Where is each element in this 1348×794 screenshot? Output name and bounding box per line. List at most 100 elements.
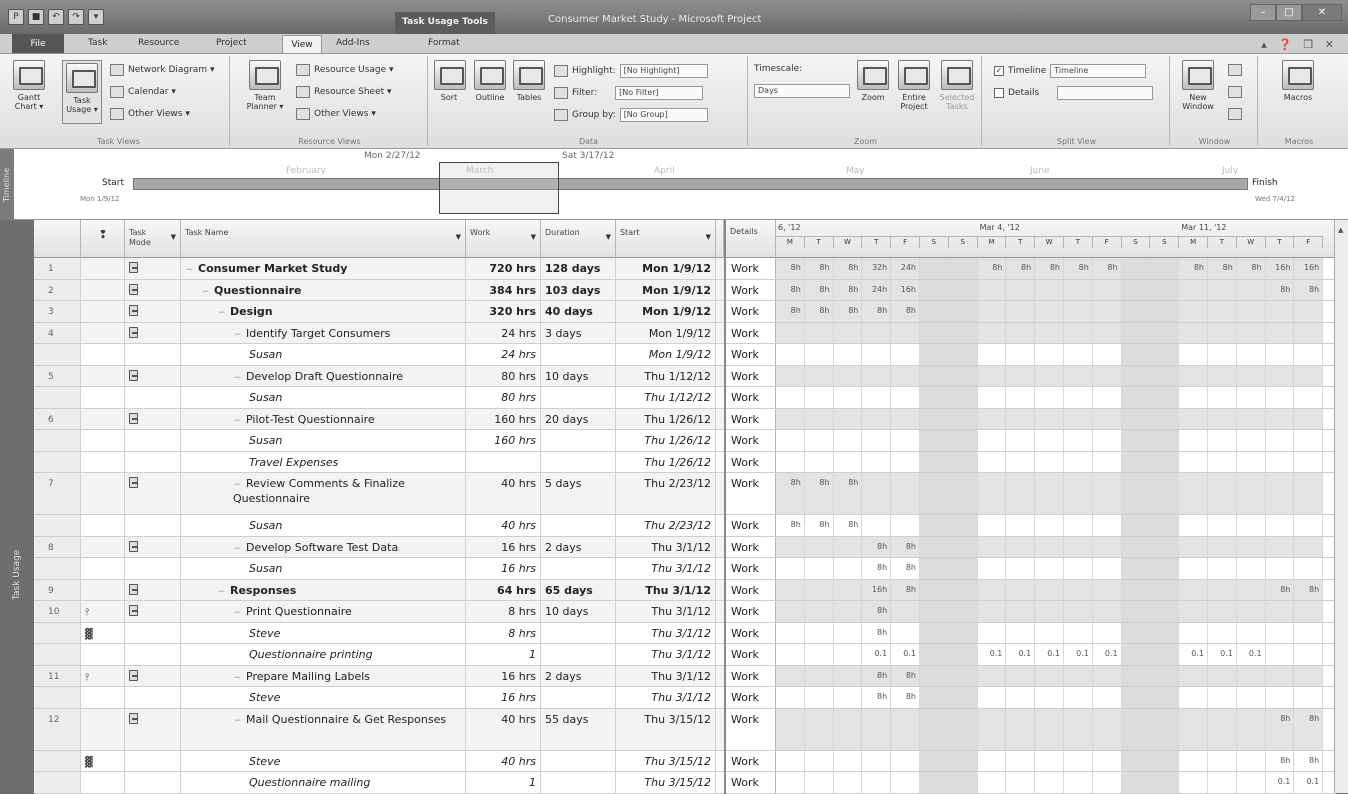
duration-cell[interactable]: 55 days: [541, 708, 616, 750]
usage-cell[interactable]: [1265, 665, 1295, 686]
usage-cell[interactable]: [1208, 451, 1237, 472]
start-cell[interactable]: Thu 3/1/12: [616, 601, 716, 622]
usage-cell[interactable]: 8h: [862, 536, 892, 557]
usage-cell[interactable]: 16h: [1265, 258, 1295, 279]
usage-cell[interactable]: [862, 772, 892, 793]
assignment-row[interactable]: Susan 24 hrs Mon 1/9/12: [34, 344, 725, 366]
task-mode-cell[interactable]: [125, 279, 181, 300]
usage-cell[interactable]: 8h: [1236, 258, 1266, 279]
usage-cell[interactable]: [1121, 451, 1151, 472]
start-cell[interactable]: Thu 3/1/12: [616, 665, 716, 686]
usage-cell[interactable]: [1179, 601, 1208, 622]
duration-cell[interactable]: 10 days: [541, 601, 616, 622]
usage-row[interactable]: Work 8h 8h: [726, 750, 1336, 772]
usage-cell[interactable]: [948, 430, 978, 451]
usage-cell[interactable]: [1035, 687, 1064, 708]
usage-cell[interactable]: [1064, 708, 1093, 750]
task-name-cell[interactable]: − Consumer Market Study: [181, 258, 466, 279]
usage-cell[interactable]: [862, 708, 892, 750]
usage-cell[interactable]: [948, 601, 978, 622]
usage-cell[interactable]: [834, 772, 863, 793]
usage-cell[interactable]: [977, 665, 1007, 686]
usage-cell[interactable]: [1035, 451, 1064, 472]
usage-cell[interactable]: [1121, 344, 1151, 365]
collapse-icon[interactable]: −: [233, 671, 242, 685]
collapse-icon[interactable]: −: [233, 714, 242, 728]
assignment-row[interactable]: Questionnaire printing 1 Thu 3/1/12: [34, 644, 725, 666]
usage-cell[interactable]: 0.1: [1237, 644, 1266, 665]
usage-cell[interactable]: [1294, 408, 1324, 429]
vertical-scrollbar[interactable]: ▲: [1334, 220, 1348, 793]
usage-cell[interactable]: 8h: [776, 258, 805, 279]
usage-cell[interactable]: [1236, 579, 1266, 600]
usage-cell[interactable]: [920, 750, 949, 771]
row-id-cell[interactable]: [34, 644, 81, 665]
usage-cell[interactable]: [1237, 558, 1266, 579]
usage-cell[interactable]: [1064, 387, 1093, 408]
usage-cell[interactable]: 8h: [804, 258, 834, 279]
duration-cell[interactable]: 65 days: [541, 579, 616, 600]
row-id-cell[interactable]: 9: [34, 579, 81, 600]
work-cell[interactable]: 24 hrs: [466, 322, 541, 343]
usage-row[interactable]: Work 8h 8h: [726, 708, 1336, 751]
usage-cell[interactable]: [920, 279, 949, 300]
usage-row[interactable]: Work 8h: [726, 601, 1336, 623]
usage-cell[interactable]: [1064, 665, 1093, 686]
usage-cell[interactable]: [1179, 687, 1208, 708]
task-name-cell[interactable]: Susan: [181, 387, 466, 408]
usage-cell[interactable]: [1266, 387, 1295, 408]
usage-cell[interactable]: [1006, 301, 1036, 322]
usage-cell[interactable]: [1121, 601, 1151, 622]
network-diagram-button[interactable]: Network Diagram ▾: [110, 64, 214, 76]
usage-cell[interactable]: [1006, 579, 1036, 600]
usage-cell[interactable]: [1093, 772, 1122, 793]
task-name-cell[interactable]: − Identify Target Consumers: [181, 322, 466, 343]
usage-cell[interactable]: 8h: [862, 601, 892, 622]
usage-cell[interactable]: [1092, 365, 1122, 386]
usage-cell[interactable]: [1237, 750, 1266, 771]
duration-cell[interactable]: [541, 622, 616, 643]
tab-file[interactable]: File: [12, 34, 64, 54]
assignment-row[interactable]: Travel Expenses Thu 1/26/12: [34, 451, 725, 473]
redo-icon[interactable]: ↷: [68, 9, 84, 25]
work-cell[interactable]: [466, 451, 541, 472]
usage-cell[interactable]: [977, 365, 1007, 386]
usage-cell[interactable]: [1006, 772, 1036, 793]
usage-cell[interactable]: [1093, 451, 1122, 472]
row-id-cell[interactable]: [34, 430, 81, 451]
row-id-cell[interactable]: [34, 515, 81, 536]
duration-cell[interactable]: [541, 387, 616, 408]
usage-cell[interactable]: [1006, 665, 1036, 686]
start-cell[interactable]: Thu 3/1/12: [616, 558, 716, 579]
usage-cell[interactable]: 8h: [1265, 708, 1295, 750]
start-cell[interactable]: Thu 1/26/12: [616, 408, 716, 429]
usage-cell[interactable]: [805, 622, 834, 643]
usage-cell[interactable]: [1236, 536, 1266, 557]
usage-cell[interactable]: 0.1: [978, 644, 1007, 665]
highlight-dropdown[interactable]: [No Highlight]: [619, 64, 708, 78]
usage-row[interactable]: Work: [726, 430, 1336, 452]
usage-cell[interactable]: [1150, 644, 1180, 665]
timeline-dropdown[interactable]: Timeline: [1050, 64, 1147, 78]
usage-cell[interactable]: [1208, 301, 1237, 322]
usage-cell[interactable]: [920, 622, 949, 643]
usage-cell[interactable]: [948, 322, 978, 343]
tab-format[interactable]: Format: [428, 38, 460, 48]
usage-cell[interactable]: [1294, 665, 1324, 686]
maximize-button[interactable]: □: [1276, 4, 1302, 21]
usage-cell[interactable]: [833, 322, 863, 343]
usage-cell[interactable]: [834, 387, 863, 408]
usage-cell[interactable]: [1236, 473, 1266, 514]
usage-row[interactable]: Work 8h 8h 8h 8h 8h: [726, 301, 1336, 323]
usage-cell[interactable]: [833, 536, 863, 557]
usage-cell[interactable]: [920, 579, 949, 600]
usage-cell[interactable]: [776, 536, 805, 557]
start-cell[interactable]: Mon 1/9/12: [616, 322, 716, 343]
usage-cell[interactable]: [1208, 708, 1237, 750]
usage-cell[interactable]: 8h: [1265, 579, 1295, 600]
usage-cell[interactable]: [1064, 515, 1093, 536]
usage-cell[interactable]: [1266, 430, 1295, 451]
usage-cell[interactable]: [1006, 622, 1036, 643]
usage-cell[interactable]: [1208, 322, 1237, 343]
usage-cell[interactable]: [1150, 344, 1180, 365]
